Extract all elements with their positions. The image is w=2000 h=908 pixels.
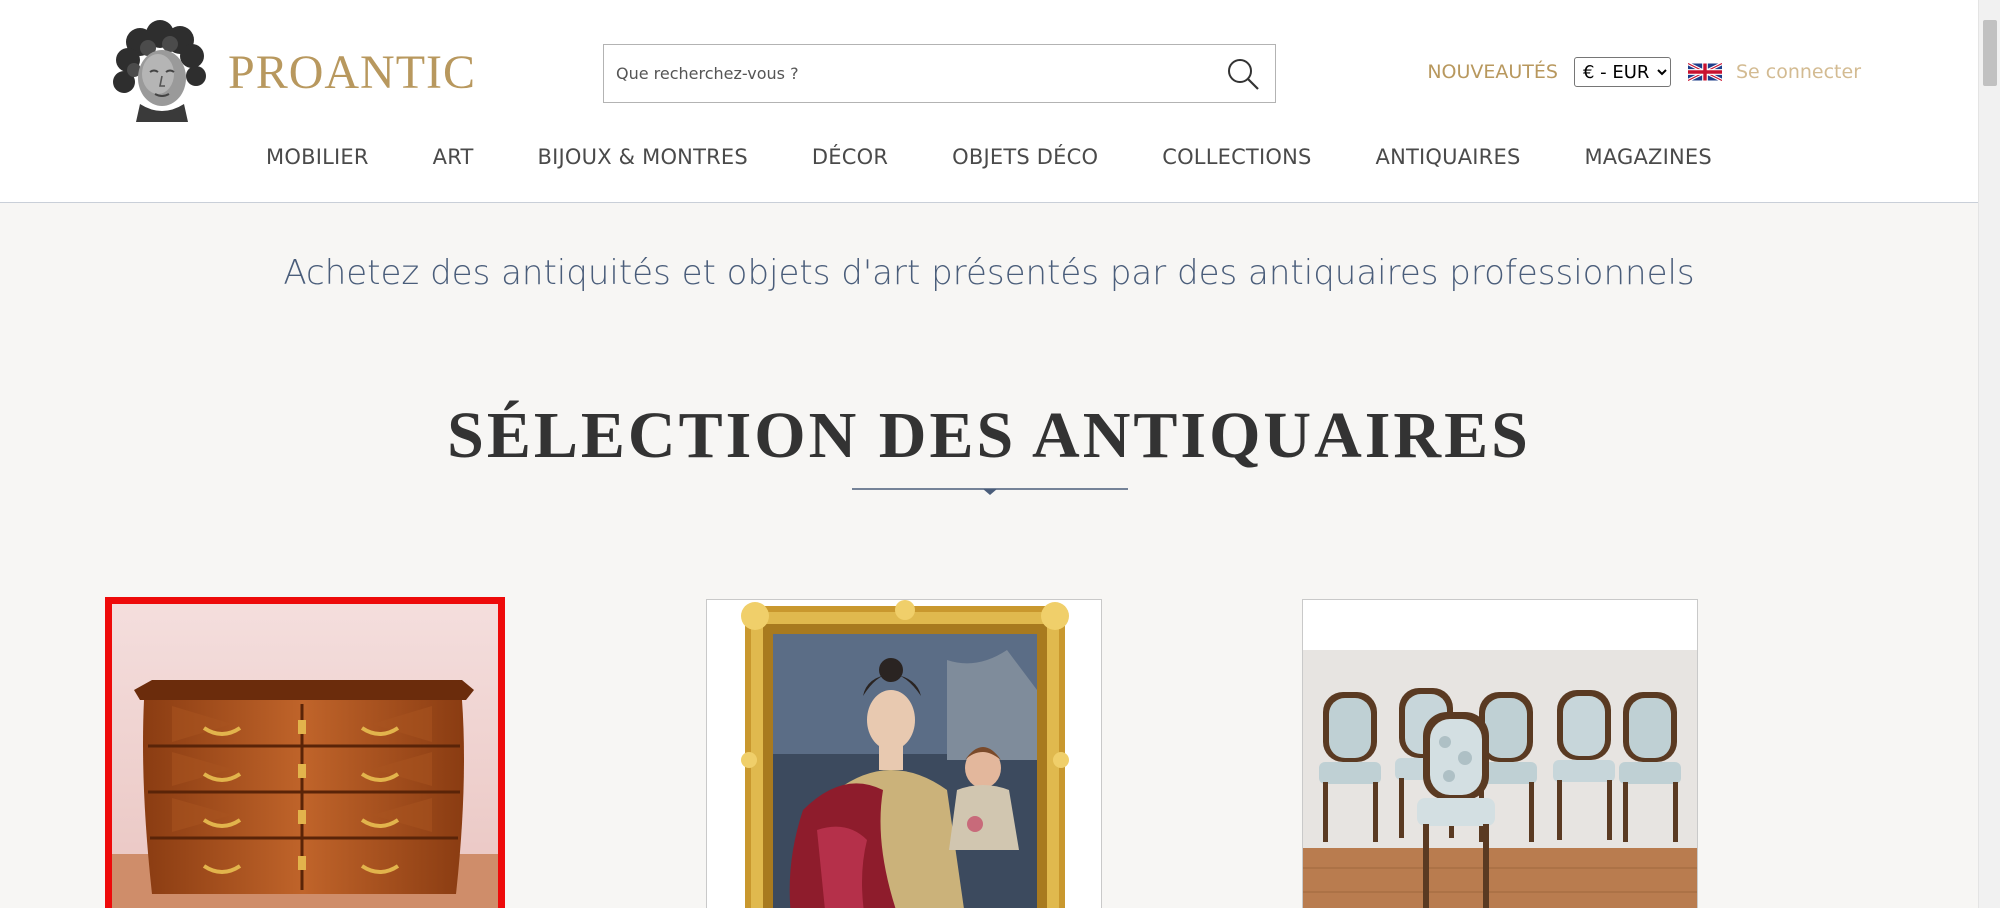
scrollbar-thumb[interactable]	[1983, 20, 1997, 86]
nav-item-decor[interactable]: DÉCOR	[812, 145, 888, 169]
product-card[interactable]	[1302, 599, 1698, 908]
product-card[interactable]	[706, 599, 1102, 908]
tagline: Achetez des antiquités et objets d'art p…	[283, 253, 1695, 293]
page: PROANTIC NOUVEAUTÉS € - EUR	[0, 0, 2000, 908]
nav-item-antiquaires[interactable]: ANTIQUAIRES	[1376, 145, 1521, 169]
nav-item-bijoux-montres[interactable]: BIJOUX & MONTRES	[538, 145, 748, 169]
title-divider	[852, 488, 1128, 495]
site-header: PROANTIC NOUVEAUTÉS € - EUR	[0, 0, 1978, 203]
search-box	[603, 44, 1276, 103]
nav-item-objets-deco[interactable]: OBJETS DÉCO	[952, 145, 1098, 169]
search-button[interactable]	[1211, 45, 1275, 102]
nouveautes-link[interactable]: NOUVEAUTÉS	[1427, 61, 1558, 83]
main-nav: MOBILIER ART BIJOUX & MONTRES DÉCOR OBJE…	[0, 145, 1978, 169]
search-icon	[1228, 58, 1259, 90]
walnut-commode-image	[112, 604, 498, 908]
search-input[interactable]	[604, 45, 1211, 102]
nav-item-collections[interactable]: COLLECTIONS	[1162, 145, 1311, 169]
nav-item-mobilier[interactable]: MOBILIER	[266, 145, 369, 169]
logo-link[interactable]: PROANTIC	[110, 20, 476, 124]
currency-select[interactable]: € - EUR	[1573, 57, 1671, 87]
page-scrollbar[interactable]	[1978, 0, 2000, 908]
nav-item-art[interactable]: ART	[433, 145, 474, 169]
product-card[interactable]	[105, 597, 505, 908]
login-link[interactable]: Se connecter	[1736, 61, 1861, 83]
set-of-chairs-image	[1303, 600, 1697, 908]
portrait-painting-image	[707, 600, 1101, 908]
logo-text: PROANTIC	[228, 45, 477, 99]
header-actions: NOUVEAUTÉS € - EUR Se connecter	[1427, 56, 1861, 88]
nav-item-magazines[interactable]: MAGAZINES	[1584, 145, 1711, 169]
uk-flag-icon[interactable]	[1687, 60, 1722, 84]
section-title: SÉLECTION DES ANTIQUAIRES	[447, 399, 1531, 472]
logo-bust-icon	[113, 20, 206, 122]
